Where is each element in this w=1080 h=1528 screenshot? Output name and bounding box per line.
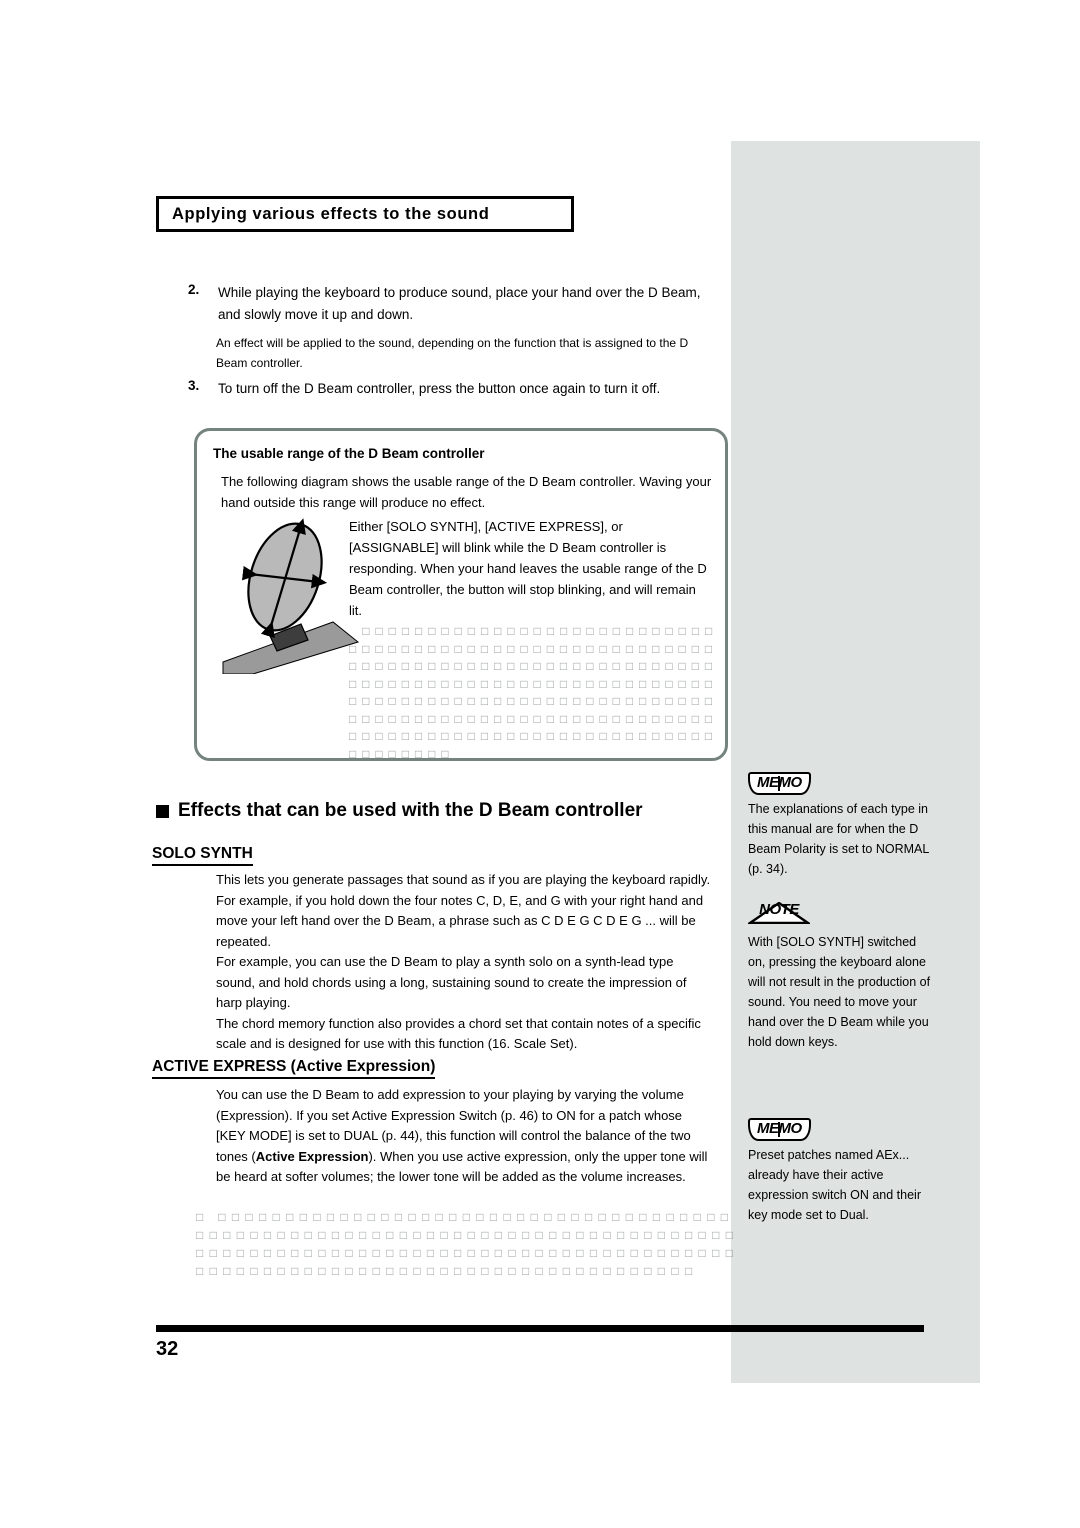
usable-range-body: Either [SOLO SYNTH], [ACTIVE EXPRESS], o… <box>349 516 709 621</box>
step-text: To turn off the D Beam controller, press… <box>218 381 661 396</box>
page-number: 32 <box>156 1338 179 1360</box>
section-heading: Effects that can be used with the D Beam… <box>156 800 643 822</box>
side-note-memo-2: MEMO Preset patches named AEx... already… <box>748 1118 931 1225</box>
paragraph: This lets you generate passages that sou… <box>216 872 711 949</box>
step-body: To turn off the D Beam controller, press… <box>218 378 718 400</box>
step-number: 2. <box>188 282 200 297</box>
square-bullet-icon <box>156 804 169 818</box>
side-note-text: Preset patches named AEx... already have… <box>748 1148 921 1222</box>
chapter-header-box: Applying various effects to the sound <box>156 196 574 232</box>
unrendered-glyph-text-lower: □ □ □ □ □ □ □ □ □ □ □ □ □ □ □ □ □ □ □ □ … <box>196 1210 735 1278</box>
memo-book-icon: MEMO <box>748 1118 811 1141</box>
subsection-heading-solo-synth: SOLO SYNTH <box>152 845 253 866</box>
paragraph: For example, you can use the D Beam to p… <box>216 954 687 1010</box>
footer-rule <box>156 1325 924 1332</box>
paragraph: You can use the D Beam to add expression… <box>216 1087 708 1184</box>
step-text: While playing the keyboard to produce so… <box>218 285 701 322</box>
step-subnote: An effect will be applied to the sound, … <box>216 333 713 373</box>
manual-page: Applying various effects to the sound 2.… <box>0 0 1080 1528</box>
section-heading-text: Effects that can be used with the D Beam… <box>178 800 643 821</box>
paragraph: The chord memory function also provides … <box>216 1015 701 1052</box>
memo-book-icon: MEMO <box>748 772 811 795</box>
step-body: While playing the keyboard to produce so… <box>218 282 718 326</box>
note-badge-label: NOTE <box>759 901 799 918</box>
d-beam-range-diagram <box>215 514 365 675</box>
step-item: 2. While playing the keyboard to produce… <box>188 282 718 326</box>
chapter-title: Applying various effects to the sound <box>172 204 490 223</box>
unrendered-glyph-text: □ □ □ □ □ □ □ □ □ □ □ □ □ □ □ □ □ □ □ □ … <box>349 624 714 761</box>
d-beam-range-illustration <box>222 518 360 675</box>
usable-range-body-text: Either [SOLO SYNTH], [ACTIVE EXPRESS], o… <box>349 519 707 618</box>
usable-range-box: The usable range of the D Beam controlle… <box>194 428 728 761</box>
subsection-body-active-express: You can use the D Beam to add expression… <box>216 1085 713 1188</box>
step-item: 3. To turn off the D Beam controller, pr… <box>188 378 718 400</box>
usable-range-lead: The following diagram shows the usable r… <box>221 471 713 513</box>
side-note-text: The explanations of each type in this ma… <box>748 802 929 876</box>
subsection-heading-active-express: ACTIVE EXPRESS (Active Expression) <box>152 1058 436 1079</box>
side-note-text: With [SOLO SYNTH] switched on, pressing … <box>748 935 931 1049</box>
subsection-body-solo-synth: This lets you generate passages that sou… <box>216 870 713 1055</box>
note-warning-triangle-icon: NOTE <box>748 900 810 924</box>
step-number: 3. <box>188 378 200 393</box>
usable-range-heading: The usable range of the D Beam controlle… <box>213 446 485 461</box>
usable-range-lead-text: The following diagram shows the usable r… <box>221 474 712 510</box>
side-note-memo-1: MEMO The explanations of each type in th… <box>748 772 931 879</box>
step-subnote-text: An effect will be applied to the sound, … <box>216 336 689 370</box>
side-note-note-1: NOTE With [SOLO SYNTH] switched on, pres… <box>748 900 931 1052</box>
